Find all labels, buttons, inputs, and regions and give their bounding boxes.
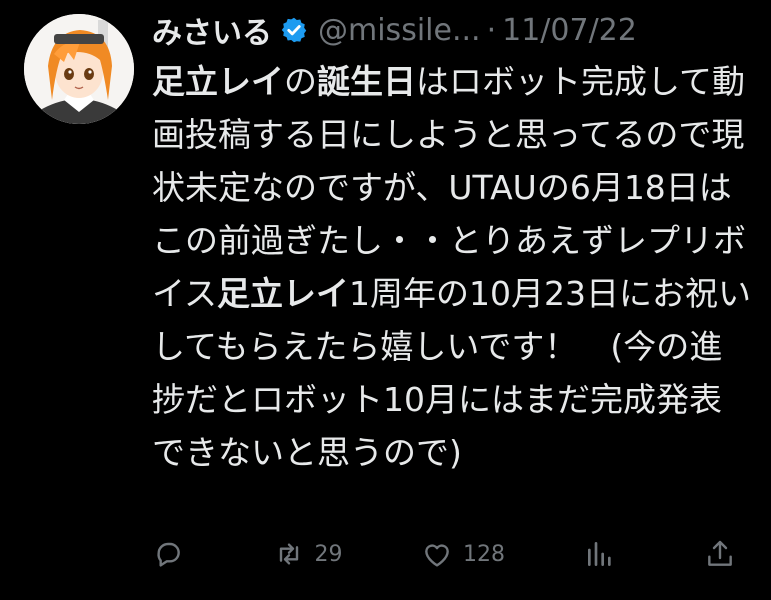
views-button[interactable] xyxy=(584,538,626,570)
retweet-button[interactable]: 29 xyxy=(273,538,343,570)
reply-icon xyxy=(157,542,180,567)
avatar-illustration xyxy=(24,14,134,124)
avatar[interactable] xyxy=(24,14,134,124)
action-bar: 29 128 xyxy=(152,534,746,574)
retweet-icon xyxy=(279,543,298,565)
reply-button[interactable] xyxy=(152,538,194,570)
tweet-text-bold: 誕生日 xyxy=(317,62,416,101)
user-handle[interactable]: @missile... xyxy=(318,13,481,48)
tweet-text-bold: 足立レイ xyxy=(152,62,284,101)
tweet-text-bold: 足立レイ xyxy=(217,274,350,313)
like-button[interactable]: 128 xyxy=(421,538,505,570)
heart-icon xyxy=(425,544,449,567)
tweet-text-segment: の xyxy=(284,62,317,101)
tweet-text: 足立レイの誕生日はロボット完成して動画投稿する日にしようと思ってるので現状未定な… xyxy=(152,55,752,479)
tweet-date[interactable]: 11/07/22 xyxy=(502,13,637,48)
display-name[interactable]: みさいる xyxy=(152,8,272,52)
verified-badge-icon xyxy=(280,16,308,44)
tweet-header: みさいる @missile... · 11/07/22 xyxy=(152,8,637,52)
retweet-count: 29 xyxy=(314,541,343,567)
share-icon xyxy=(708,540,732,566)
bar-chart-icon xyxy=(587,542,611,566)
share-button[interactable] xyxy=(704,538,746,570)
like-count: 128 xyxy=(463,541,505,567)
header-separator: · xyxy=(486,12,497,48)
